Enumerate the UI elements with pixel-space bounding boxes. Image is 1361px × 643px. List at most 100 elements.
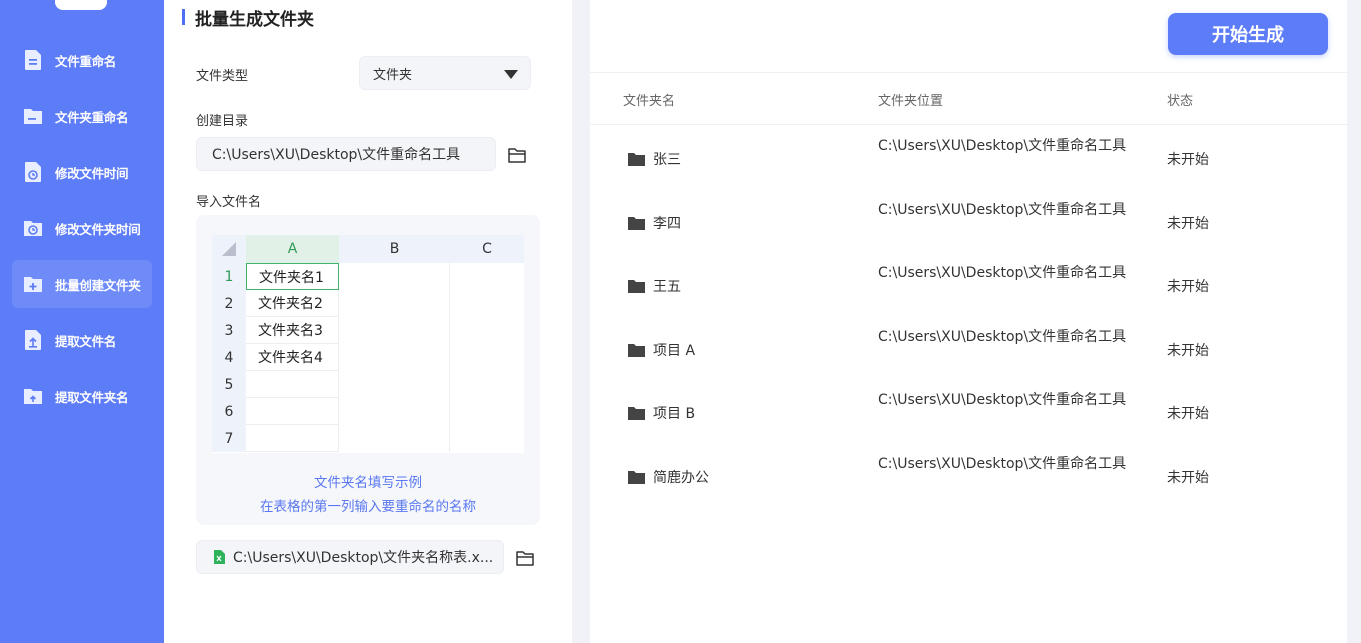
sidebar-item-label: 批量创建文件夹 <box>55 277 141 293</box>
sidebar: 文件重命名 文件夹重命名 修改文件时间 修改文件夹时间 批量创建文件夹 提取文件… <box>0 0 164 643</box>
sheet-example: A B C 1 2 3 4 5 6 7 文件夹名1 文件夹名2 文件夹名3 文件… <box>196 215 540 525</box>
sidebar-item-file-time[interactable]: 修改文件时间 <box>12 148 152 196</box>
excel-file-icon <box>214 550 225 564</box>
sidebar-item-label: 修改文件夹时间 <box>55 221 141 237</box>
create-dir-value: C:\Users\XU\Desktop\文件重命名工具 <box>212 147 461 163</box>
sidebar-item-label: 修改文件时间 <box>55 165 129 181</box>
sheet-column-b <box>339 263 450 452</box>
folder-icon <box>628 407 645 420</box>
folder-icon <box>24 109 42 124</box>
sidebar-item-folder-time[interactable]: 修改文件夹时间 <box>12 204 152 252</box>
caret-down-icon <box>504 70 518 79</box>
settings-panel: 批量生成文件夹 文件类型 文件夹 创建目录 C:\Users\XU\Deskto… <box>164 0 572 643</box>
row-header: 5 <box>212 371 246 398</box>
folder-name-cell: 王五 <box>628 276 681 296</box>
folder-name-cell: 简鹿办公 <box>628 467 709 487</box>
sidebar-item-folder-rename[interactable]: 文件夹重命名 <box>12 92 152 140</box>
status-text: 未开始 <box>1167 406 1209 422</box>
folder-name: 简鹿办公 <box>653 470 709 486</box>
sheet-corner <box>212 235 246 263</box>
column-header-status: 状态 <box>1167 94 1194 109</box>
sheet-column-c <box>450 263 524 452</box>
folder-path: C:\Users\XU\Desktop\文件重命名工具 <box>878 265 1127 281</box>
sheet-cell: 文件夹名3 <box>246 317 339 344</box>
sidebar-item-label: 提取文件名 <box>55 333 117 349</box>
sidebar-item-extract-filename[interactable]: 提取文件名 <box>12 316 152 364</box>
status-text: 未开始 <box>1167 216 1209 232</box>
folder-path: C:\Users\XU\Desktop\文件重命名工具 <box>878 392 1127 408</box>
sidebar-item-label: 文件重命名 <box>55 53 117 69</box>
folder-name: 张三 <box>653 152 681 168</box>
folder-name: 项目 A <box>653 343 696 359</box>
sheet-cell <box>246 398 339 425</box>
folder-icon <box>628 280 645 293</box>
row-header: 3 <box>212 317 246 344</box>
file-type-select[interactable]: 文件夹 <box>359 56 531 90</box>
row-header: 2 <box>212 290 246 317</box>
folder-name-cell: 张三 <box>628 149 681 169</box>
app-logo <box>55 0 107 10</box>
file-clock-icon <box>25 162 41 182</box>
row-header: 6 <box>212 398 246 425</box>
create-dir-label: 创建目录 <box>196 114 249 129</box>
status-text: 未开始 <box>1167 343 1209 359</box>
column-header-folder-name: 文件夹名 <box>623 94 676 109</box>
status-text: 未开始 <box>1167 470 1209 486</box>
title-accent-bar <box>182 9 185 25</box>
import-file-field[interactable]: C:\Users\XU\Desktop\文件夹名称表.x... <box>196 540 504 574</box>
sidebar-nav: 文件重命名 文件夹重命名 修改文件时间 修改文件夹时间 批量创建文件夹 提取文件… <box>0 28 164 428</box>
folder-icon <box>628 344 645 357</box>
table-row[interactable]: 李四 C:\Users\XU\Desktop\文件重命名工具 未开始 <box>590 190 1347 253</box>
folder-open-icon[interactable] <box>515 548 535 568</box>
status-text: 未开始 <box>1167 152 1209 168</box>
column-header-folder-path: 文件夹位置 <box>878 94 944 109</box>
column-header-b: B <box>339 235 450 263</box>
folder-path: C:\Users\XU\Desktop\文件重命名工具 <box>878 456 1127 472</box>
table-row[interactable]: 王五 C:\Users\XU\Desktop\文件重命名工具 未开始 <box>590 253 1347 316</box>
file-upload-icon <box>25 330 41 350</box>
status-text: 未开始 <box>1167 279 1209 295</box>
start-generate-button[interactable]: 开始生成 <box>1168 13 1328 55</box>
sheet-cell <box>246 425 339 452</box>
sheet-cell <box>246 371 339 398</box>
sidebar-item-label: 提取文件夹名 <box>55 389 129 405</box>
folder-upload-icon <box>24 389 42 404</box>
folder-path: C:\Users\XU\Desktop\文件重命名工具 <box>878 138 1127 154</box>
file-type-label: 文件类型 <box>196 69 249 84</box>
table-row[interactable]: 张三 C:\Users\XU\Desktop\文件重命名工具 未开始 <box>590 126 1347 189</box>
page-title-text: 批量生成文件夹 <box>195 9 314 30</box>
row-header: 7 <box>212 425 246 452</box>
folder-name: 王五 <box>653 279 681 295</box>
divider <box>590 72 1347 73</box>
row-header: 1 <box>212 263 246 290</box>
import-file-value: C:\Users\XU\Desktop\文件夹名称表.x... <box>233 550 494 566</box>
folder-icon <box>628 471 645 484</box>
folder-name-cell: 项目 A <box>628 340 695 360</box>
folder-icon <box>628 153 645 166</box>
folder-name-cell: 李四 <box>628 213 681 233</box>
table-row[interactable]: 简鹿办公 C:\Users\XU\Desktop\文件重命名工具 未开始 <box>590 444 1347 507</box>
table-row[interactable]: 项目 B C:\Users\XU\Desktop\文件重命名工具 未开始 <box>590 380 1347 443</box>
sidebar-item-file-rename[interactable]: 文件重命名 <box>12 36 152 84</box>
sidebar-item-batch-create-folder[interactable]: 批量创建文件夹 <box>12 260 152 308</box>
sidebar-item-label: 文件夹重命名 <box>55 109 129 125</box>
table-row[interactable]: 项目 A C:\Users\XU\Desktop\文件重命名工具 未开始 <box>590 317 1347 380</box>
sidebar-item-extract-foldername[interactable]: 提取文件夹名 <box>12 372 152 420</box>
file-icon <box>25 50 41 70</box>
folder-name: 李四 <box>653 216 681 232</box>
folder-open-icon[interactable] <box>507 145 527 165</box>
sheet-cell: 文件夹名1 <box>246 263 339 290</box>
create-dir-field[interactable]: C:\Users\XU\Desktop\文件重命名工具 <box>196 137 496 171</box>
folder-clock-icon <box>24 221 42 236</box>
sheet-cell: 文件夹名4 <box>246 344 339 371</box>
sheet-caption-title: 文件夹名填写示例 <box>314 475 422 491</box>
sheet-caption-hint: 在表格的第一列输入要重命名的名称 <box>260 499 476 515</box>
folder-icon <box>628 217 645 230</box>
column-header-a: A <box>246 235 339 263</box>
spreadsheet-preview: A B C 1 2 3 4 5 6 7 文件夹名1 文件夹名2 文件夹名3 文件… <box>212 235 524 453</box>
divider <box>590 124 1347 125</box>
results-panel: 开始生成 文件夹名 文件夹位置 状态 张三 C:\Users\XU\Deskto… <box>590 0 1347 643</box>
sheet-cell: 文件夹名2 <box>246 290 339 317</box>
select-all-icon <box>222 242 236 256</box>
import-names-label: 导入文件名 <box>196 195 262 210</box>
